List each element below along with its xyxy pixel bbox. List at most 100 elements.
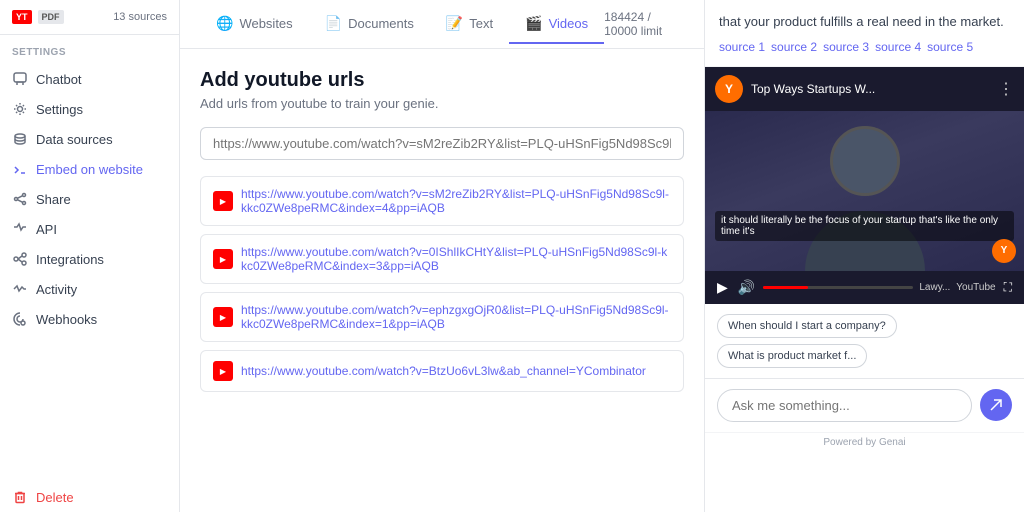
tab-text-label: Text (469, 16, 493, 31)
text-tab-icon: 📝 (446, 15, 463, 32)
video-title-row: Y Top Ways Startups W... (715, 75, 875, 103)
video-header: Y Top Ways Startups W... ⋮ (705, 67, 1024, 111)
youtube-icon-2 (213, 249, 233, 269)
volume-button[interactable]: 🔊 (736, 277, 757, 298)
source-link-3[interactable]: source 3 (823, 40, 869, 54)
data-sources-icon (12, 131, 28, 147)
chatbot-icon (12, 71, 28, 87)
url-list: https://www.youtube.com/watch?v=sM2reZib… (200, 176, 684, 392)
video-badge: Y (992, 239, 1016, 263)
delete-icon (12, 489, 28, 505)
source-link-5[interactable]: source 5 (927, 40, 973, 54)
settings-icon (12, 101, 28, 117)
tab-videos[interactable]: 🎬 Videos (509, 5, 604, 44)
page-subtitle: Add urls from youtube to train your geni… (200, 96, 684, 111)
documents-tab-icon: 📄 (325, 15, 342, 32)
page-title: Add youtube urls (200, 69, 684, 92)
video-platform: YouTube (956, 282, 995, 293)
youtube-icon-1 (213, 191, 233, 211)
webhooks-icon (12, 311, 28, 327)
suggest-button-2[interactable]: What is product market f... (717, 344, 867, 368)
sources-count: 13 sources (113, 11, 167, 23)
send-icon (989, 398, 1003, 412)
sidebar-item-chatbot[interactable]: Chatbot (0, 64, 179, 94)
main-content: 🌐 Websites 📄 Documents 📝 Text 🎬 Videos 1… (180, 0, 704, 512)
list-item: https://www.youtube.com/watch?v=BtzUo6vL… (200, 350, 684, 392)
url-link-1[interactable]: https://www.youtube.com/watch?v=sM2reZib… (241, 187, 671, 215)
sidebar-item-delete[interactable]: Delete (0, 482, 179, 512)
settings-label-text: Settings (36, 102, 83, 117)
tab-text[interactable]: 📝 Text (430, 5, 509, 44)
send-button[interactable] (980, 389, 1012, 421)
sidebar-item-activity[interactable]: Activity (0, 274, 179, 304)
video-controls: ▶ 🔊 Lawy... YouTube ⛶ (705, 271, 1024, 304)
integrations-icon (12, 251, 28, 267)
fullscreen-button[interactable]: ⛶ (1002, 278, 1014, 297)
activity-label: Activity (36, 282, 77, 297)
list-item: https://www.youtube.com/watch?v=ephzgxgO… (200, 292, 684, 342)
share-label: Share (36, 192, 71, 207)
sidebar-logo: YT PDF (12, 10, 64, 24)
sidebar-item-share[interactable]: Share (0, 184, 179, 214)
chat-message: that your product fulfills a real need i… (719, 12, 1010, 32)
sidebar-item-embed[interactable]: Embed on website (0, 154, 179, 184)
sidebar: YT PDF 13 sources SETTINGS Chatbot (0, 0, 180, 512)
chat-sources: that your product fulfills a real need i… (705, 0, 1024, 67)
chat-input[interactable] (717, 389, 972, 422)
activity-icon (12, 281, 28, 297)
video-overlay-text: it should literally be the focus of your… (715, 211, 1014, 241)
logo-yt: YT (12, 10, 32, 24)
sidebar-item-api[interactable]: API (0, 214, 179, 244)
play-button[interactable]: ▶ (715, 277, 730, 298)
url-input-row (200, 127, 684, 160)
api-icon (12, 221, 28, 237)
data-sources-label: Data sources (36, 132, 113, 147)
source-link-4[interactable]: source 4 (875, 40, 921, 54)
tabs-bar: 🌐 Websites 📄 Documents 📝 Text 🎬 Videos 1… (180, 0, 704, 49)
video-time: Lawy... (919, 282, 950, 293)
url-link-3[interactable]: https://www.youtube.com/watch?v=ephzgxgO… (241, 303, 671, 331)
video-channel-logo: Y (715, 75, 743, 103)
sidebar-nav: Chatbot Settings Data sources (0, 64, 179, 512)
delete-label: Delete (36, 490, 74, 505)
main-panel: Add youtube urls Add urls from youtube t… (180, 49, 704, 512)
settings-label: SETTINGS (0, 35, 179, 64)
url-link-4[interactable]: https://www.youtube.com/watch?v=BtzUo6vL… (241, 364, 646, 378)
embed-icon (12, 161, 28, 177)
video-more-icon[interactable]: ⋮ (998, 79, 1014, 99)
integrations-label: Integrations (36, 252, 104, 267)
progress-bar[interactable] (763, 286, 913, 289)
source-links: source 1 source 2 source 3 source 4 sour… (719, 40, 1010, 54)
sidebar-item-integrations[interactable]: Integrations (0, 244, 179, 274)
videos-tab-icon: 🎬 (525, 15, 542, 32)
progress-fill (763, 286, 808, 289)
video-thumbnail[interactable]: it should literally be the focus of your… (705, 111, 1024, 271)
url-link-2[interactable]: https://www.youtube.com/watch?v=0IShlIkC… (241, 245, 671, 273)
source-link-2[interactable]: source 2 (771, 40, 817, 54)
tab-limit: 184424 / 10000 limit (604, 0, 684, 48)
url-input[interactable] (200, 127, 684, 160)
source-link-1[interactable]: source 1 (719, 40, 765, 54)
websites-tab-icon: 🌐 (216, 15, 233, 32)
chatbot-label: Chatbot (36, 72, 82, 87)
sidebar-item-settings[interactable]: Settings (0, 94, 179, 124)
powered-by: Powered by Genai (705, 432, 1024, 452)
video-title: Top Ways Startups W... (751, 82, 875, 96)
list-item: https://www.youtube.com/watch?v=sM2reZib… (200, 176, 684, 226)
youtube-icon-3 (213, 307, 233, 327)
video-container: Y Top Ways Startups W... ⋮ it should lit… (705, 67, 1024, 304)
chat-panel: that your product fulfills a real need i… (704, 0, 1024, 512)
sidebar-item-data-sources[interactable]: Data sources (0, 124, 179, 154)
sidebar-item-webhooks[interactable]: Webhooks (0, 304, 179, 334)
logo-pdf: PDF (38, 10, 64, 24)
chat-input-row (705, 378, 1024, 432)
sidebar-header: YT PDF 13 sources (0, 0, 179, 35)
api-label: API (36, 222, 57, 237)
tab-websites-label: Websites (239, 16, 292, 31)
tab-websites[interactable]: 🌐 Websites (200, 5, 309, 44)
tab-videos-label: Videos (549, 16, 589, 31)
list-item: https://www.youtube.com/watch?v=0IShlIkC… (200, 234, 684, 284)
youtube-icon-4 (213, 361, 233, 381)
suggest-button-1[interactable]: When should I start a company? (717, 314, 897, 338)
tab-documents[interactable]: 📄 Documents (309, 5, 430, 44)
